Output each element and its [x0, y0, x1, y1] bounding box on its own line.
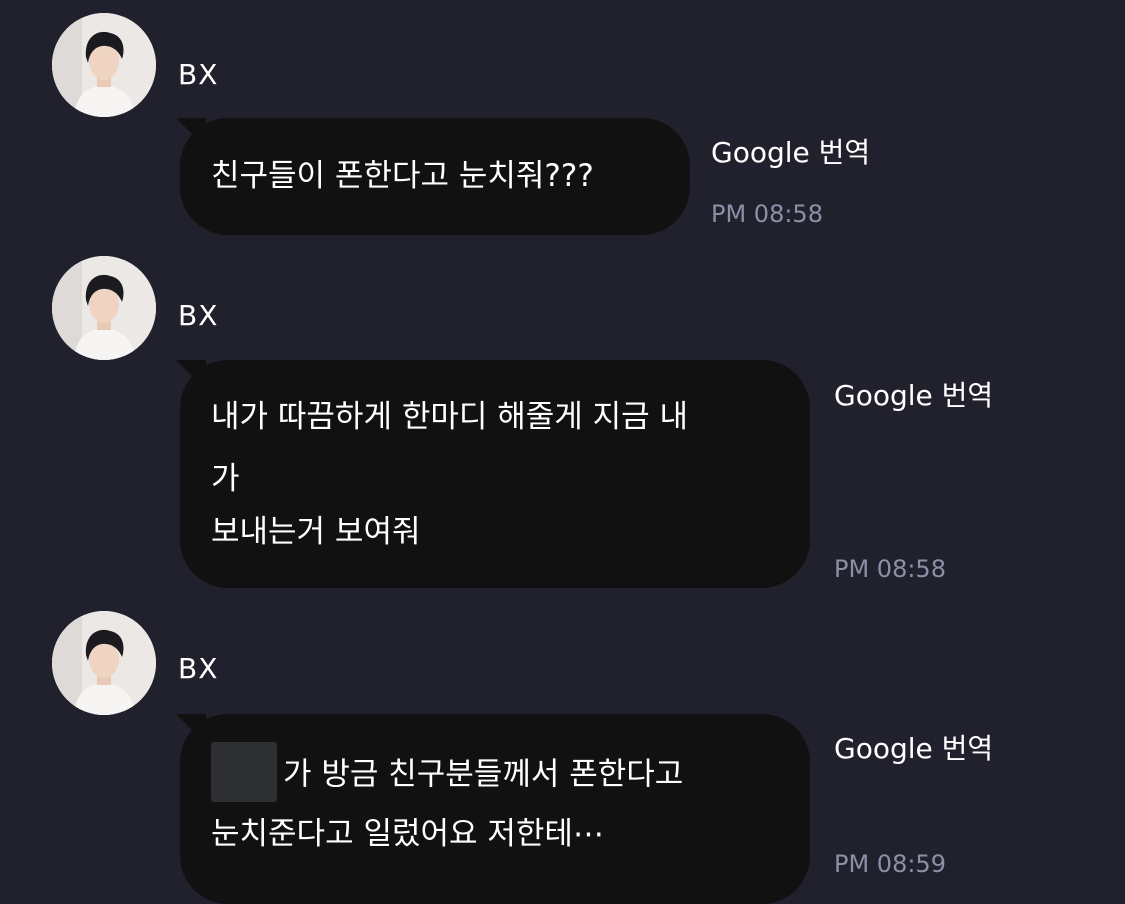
sender-name: BX — [178, 58, 219, 91]
message-text-fragment: 가 방금 친구분들께서 폰한다고 — [283, 756, 684, 793]
sender-name: BX — [178, 652, 219, 685]
message-text-line: 가 방금 친구분들께서 폰한다고 — [211, 742, 684, 806]
message-bubble[interactable]: 친구들이 폰한다고 눈치줘??? — [180, 118, 690, 235]
avatar-photo-icon — [52, 256, 156, 360]
avatar-photo-icon — [52, 13, 156, 117]
message-timestamp: PM 08:59 — [834, 850, 946, 878]
google-translate-link[interactable]: Google 번역 — [834, 374, 993, 414]
google-translate-link[interactable]: Google 번역 — [834, 727, 993, 767]
message-text-line: 내가 따끔하게 한마디 해줄게 지금 내 — [211, 399, 689, 435]
google-translate-link[interactable]: Google 번역 — [711, 131, 870, 171]
message-timestamp: PM 08:58 — [711, 200, 823, 228]
sender-avatar[interactable] — [52, 611, 156, 715]
sender-avatar[interactable] — [52, 256, 156, 360]
message-text-line: 친구들이 폰한다고 눈치줘??? — [211, 158, 594, 194]
redacted-name-block — [211, 742, 277, 802]
message-timestamp: PM 08:58 — [834, 555, 946, 583]
message-text-line: 가 — [211, 461, 240, 497]
message-bubble[interactable]: 내가 따끔하게 한마디 해줄게 지금 내 가 보내는거 보여줘 — [180, 360, 810, 588]
avatar-photo-icon — [52, 611, 156, 715]
message-text-line: 눈치준다고 일렀어요 저한테⋯ — [211, 816, 604, 852]
message-text-line: 보내는거 보여줘 — [211, 514, 421, 550]
sender-avatar[interactable] — [52, 13, 156, 117]
message-bubble[interactable]: 가 방금 친구분들께서 폰한다고 눈치준다고 일렀어요 저한테⋯ — [180, 714, 810, 904]
sender-name: BX — [178, 299, 219, 332]
